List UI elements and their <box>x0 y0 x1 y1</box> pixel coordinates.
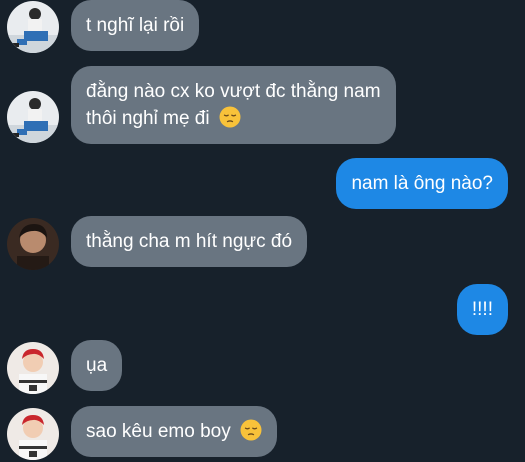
message-row: ụa <box>0 340 525 398</box>
message-row: !!!! <box>0 284 525 335</box>
message-text: nam là ông nào? <box>351 173 493 194</box>
message-text: ụa <box>86 355 108 376</box>
message-text: t nghĩ lại rồi <box>86 15 185 36</box>
message-text: !!!! <box>471 299 493 320</box>
avatar-boy-blue-jeans-icon <box>7 1 59 53</box>
avatar[interactable] <box>7 218 59 270</box>
message-bubble[interactable]: thằng cha m hít ngực đó <box>71 216 308 267</box>
avatar-red-hair-icon <box>7 342 59 394</box>
avatar[interactable] <box>7 342 59 394</box>
pensive-face-emoji-icon <box>219 106 241 128</box>
message-bubble[interactable]: đằng nào cx ko vượt đc thằng nam thôi ng… <box>71 66 396 144</box>
message-text: thằng cha m hít ngực đó <box>86 231 293 252</box>
message-text: thôi nghỉ mẹ đi <box>86 108 210 129</box>
message-text: sao kêu emo boy <box>86 421 231 442</box>
message-bubble[interactable]: !!!! <box>456 284 508 335</box>
avatar-boy-blue-jeans-icon <box>7 91 59 143</box>
avatar[interactable] <box>7 91 59 143</box>
avatar[interactable] <box>7 1 59 53</box>
message-bubble[interactable]: nam là ông nào? <box>336 158 508 209</box>
message-bubble[interactable]: ụa <box>71 340 123 391</box>
message-row: sao kêu emo boy <box>0 406 525 462</box>
avatar-dark-portrait-icon <box>7 218 59 270</box>
pensive-face-emoji-icon <box>240 419 262 441</box>
message-row: đằng nào cx ko vượt đc thằng nam thôi ng… <box>0 66 525 146</box>
message-row: t nghĩ lại rồi <box>0 0 525 60</box>
message-bubble[interactable]: t nghĩ lại rồi <box>71 0 200 51</box>
message-row: nam là ông nào? <box>0 158 525 210</box>
message-bubble[interactable]: sao kêu emo boy <box>71 406 277 457</box>
avatar[interactable] <box>7 408 59 460</box>
message-text: đằng nào cx ko vượt đc thằng nam <box>86 81 381 102</box>
avatar-red-hair-icon <box>7 408 59 460</box>
message-row: thằng cha m hít ngực đó <box>0 216 525 272</box>
